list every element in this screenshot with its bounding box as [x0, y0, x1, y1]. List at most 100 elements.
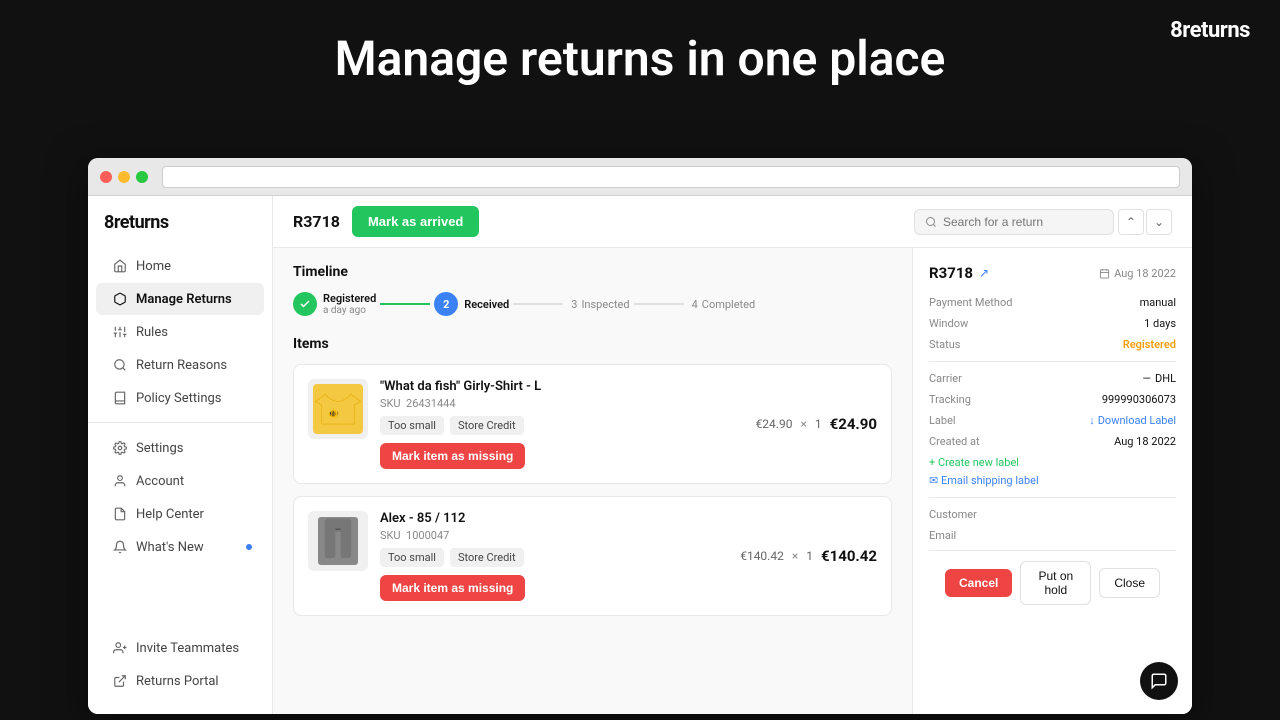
label-carrier: Carrier: [929, 372, 1019, 385]
nav-prev-button[interactable]: ⌃: [1118, 209, 1144, 235]
action-links: + Create new label ✉ Email shipping labe…: [929, 456, 1176, 487]
app-layout: 8returns Home Manage Returns: [88, 196, 1192, 714]
nav-next-button[interactable]: ⌄: [1146, 209, 1172, 235]
download-label-text: Download Label: [1098, 414, 1176, 427]
window-minimize-dot[interactable]: [118, 171, 130, 183]
sidebar-item-whats-new[interactable]: What's New: [96, 531, 264, 563]
close-button[interactable]: Close: [1099, 568, 1160, 598]
chat-bubble-button[interactable]: [1140, 662, 1178, 700]
timeline: Registered a day ago 2 Received: [293, 292, 892, 316]
brand-logo: 8returns: [1170, 18, 1250, 43]
timeline-label-registered: Registered a day ago: [323, 292, 376, 316]
mark-missing-button-2[interactable]: Mark item as missing: [380, 575, 525, 601]
timeline-section: Timeline Registered a day ago: [293, 264, 892, 316]
sidebar-item-home[interactable]: Home: [96, 250, 264, 282]
box-icon: [112, 291, 128, 307]
info-row-label: Label ↓ Download Label: [929, 414, 1176, 427]
value-carrier: — DHL: [1019, 372, 1176, 385]
tag-store-credit-1: Store Credit: [450, 416, 524, 435]
unit-price-2: €140.42: [740, 549, 784, 563]
label-payment: Payment Method: [929, 296, 1019, 309]
timeline-line-1: [380, 303, 430, 305]
sidebar-item-help-center[interactable]: Help Center: [96, 498, 264, 530]
label-tracking: Tracking: [929, 393, 1019, 406]
timeline-step-registered: Registered a day ago: [293, 292, 376, 316]
search-input-wrap[interactable]: [914, 209, 1114, 235]
info-row-email: Email: [929, 529, 1176, 542]
sliders-icon: [112, 324, 128, 340]
carrier-name: DHL: [1155, 372, 1176, 385]
info-row-tracking: Tracking 999990306073: [929, 393, 1176, 406]
info-row-window: Window 1 days: [929, 317, 1176, 330]
nav-arrows: ⌃ ⌄: [1118, 209, 1172, 235]
calendar-icon: [1099, 268, 1110, 279]
svg-text:🐠: 🐠: [328, 409, 339, 420]
search-input[interactable]: [943, 215, 1103, 229]
info-row-created: Created at Aug 18 2022: [929, 435, 1176, 448]
timeline-label-completed: Completed: [702, 298, 755, 311]
item-card-2: Alex - 85 / 112 SKU 1000047 Too small St…: [293, 496, 892, 616]
sidebar-item-returns-portal[interactable]: Returns Portal: [96, 665, 264, 697]
timeline-line-2: [513, 303, 563, 305]
item-price-2: €140.42 × 1 €140.42: [740, 547, 877, 565]
sidebar-item-return-reasons[interactable]: Return Reasons: [96, 349, 264, 381]
right-date: Aug 18 2022: [1099, 267, 1176, 280]
timeline-step-inspected: Inspected: [581, 298, 629, 311]
sidebar-label-return-reasons: Return Reasons: [136, 358, 227, 373]
sidebar-brand: 8returns: [88, 212, 272, 249]
window-close-dot[interactable]: [100, 171, 112, 183]
value-created: Aug 18 2022: [1019, 435, 1176, 448]
sidebar-label-help-center: Help Center: [136, 507, 204, 522]
put-on-hold-button[interactable]: Put on hold: [1020, 561, 1091, 605]
tag-too-small-1: Too small: [380, 416, 444, 435]
times-1: ×: [800, 417, 806, 431]
sidebar-label-portal: Returns Portal: [136, 674, 219, 689]
sidebar-label-policy-settings: Policy Settings: [136, 391, 222, 406]
hero-title: Manage returns in one place: [0, 0, 1280, 107]
url-bar[interactable]: [162, 166, 1180, 188]
download-label-link[interactable]: ↓ Download Label: [1089, 414, 1176, 427]
sidebar-item-rules[interactable]: Rules: [96, 316, 264, 348]
label-label: Label: [929, 414, 1019, 427]
book-icon: [112, 390, 128, 406]
mark-as-arrived-button[interactable]: Mark as arrived: [352, 206, 479, 237]
sidebar-item-policy-settings[interactable]: Policy Settings: [96, 382, 264, 414]
external-link-icon[interactable]: ↗: [979, 266, 989, 280]
cancel-button[interactable]: Cancel: [945, 569, 1012, 597]
tshirt-image: 🐠: [313, 384, 363, 434]
portal-icon: [112, 673, 128, 689]
sidebar-label-account: Account: [136, 474, 184, 489]
item-tags-2: Too small Store Credit: [380, 548, 728, 567]
sidebar-bottom-section: Settings Account Help Center: [88, 422, 272, 572]
item-details-1: "What da fish" Girly-Shirt - L SKU 26431…: [380, 379, 744, 469]
label-email: Email: [929, 529, 1019, 542]
window-maximize-dot[interactable]: [136, 171, 148, 183]
item-tags-1: Too small Store Credit: [380, 416, 744, 435]
total-price-2: €140.42: [821, 547, 877, 565]
mark-missing-button-1[interactable]: Mark item as missing: [380, 443, 525, 469]
item-image-2: [308, 511, 368, 571]
value-status: Registered: [1019, 338, 1176, 351]
label-window: Window: [929, 317, 1019, 330]
email-shipping-label-link[interactable]: ✉ Email shipping label: [929, 474, 1176, 487]
return-id-label: R3718: [293, 212, 340, 231]
sidebar-item-invite-teammates[interactable]: Invite Teammates: [96, 632, 264, 664]
qty-2: 1: [806, 549, 813, 563]
label-created: Created at: [929, 435, 1019, 448]
items-section: Items 🐠: [293, 336, 892, 616]
timeline-num-4: 4: [692, 298, 698, 311]
bell-icon: [112, 539, 128, 555]
timeline-step-received: 2 Received: [434, 292, 509, 316]
content-area: Timeline Registered a day ago: [273, 248, 1192, 714]
sidebar-item-account[interactable]: Account: [96, 465, 264, 497]
sidebar-item-manage-returns[interactable]: Manage Returns: [96, 283, 264, 315]
pants-svg: [318, 516, 358, 566]
item-sku-1: SKU 26431444: [380, 397, 744, 410]
sidebar-brand-returns: returns: [114, 212, 169, 233]
create-new-label-link[interactable]: + Create new label: [929, 456, 1176, 469]
right-panel: R3718 ↗ Aug 18 2022 Payment Method manua…: [912, 248, 1192, 714]
timeline-title: Timeline: [293, 264, 892, 280]
sidebar-item-settings[interactable]: Settings: [96, 432, 264, 464]
timeline-circle-received: 2: [434, 292, 458, 316]
pants-image: [318, 517, 358, 565]
